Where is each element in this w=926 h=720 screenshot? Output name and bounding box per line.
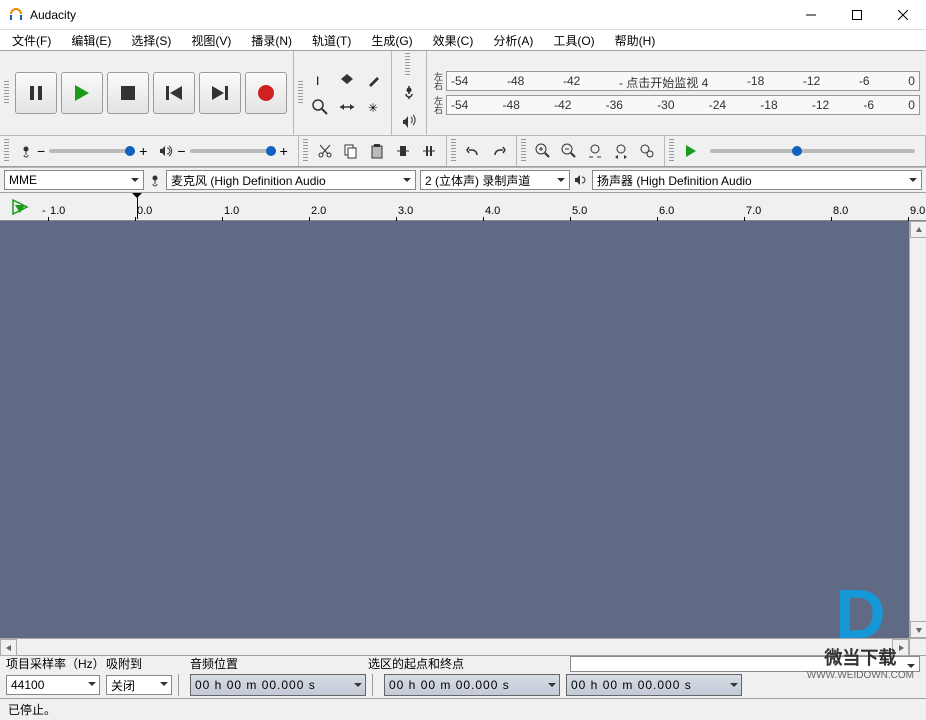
playback-speed-slider[interactable] <box>710 149 915 153</box>
snap-to-label: 吸附到 <box>106 655 178 672</box>
audio-position-box[interactable]: 00 h 00 m 00.000 s <box>190 674 366 696</box>
multi-tool[interactable]: ✳ <box>361 94 387 120</box>
skip-start-button[interactable] <box>153 72 195 114</box>
mixer-toolbar: − + − + <box>0 136 299 166</box>
selection-toolbar: 项目采样率（Hz） 吸附到 音频位置 选区的起点和终点 44100 关闭 00 … <box>0 655 926 698</box>
minimize-button[interactable] <box>788 0 834 30</box>
zoom-in-button[interactable] <box>530 138 556 164</box>
audio-host-select[interactable]: MME <box>4 170 144 190</box>
status-bar: 已停止。 <box>0 698 926 720</box>
menu-help[interactable]: 帮助(H) <box>607 30 664 51</box>
playback-meter[interactable]: -54-48-42-36-30-24-18-12-60 <box>446 95 920 115</box>
recording-channels-select[interactable]: 2 (立体声) 录制声道 <box>420 170 570 190</box>
device-toolbar: MME 麦克风 (High Definition Audio 2 (立体声) 录… <box>0 167 926 193</box>
fit-project-button[interactable] <box>608 138 634 164</box>
zoom-toggle-button[interactable] <box>634 138 660 164</box>
vertical-scrollbar[interactable] <box>909 221 926 638</box>
play-meter-lr: 左右 <box>433 96 442 114</box>
selection-tool[interactable]: I <box>307 67 333 93</box>
play-button[interactable] <box>61 72 103 114</box>
menu-transport[interactable]: 播录(N) <box>243 30 300 51</box>
draw-tool[interactable] <box>361 67 387 93</box>
menu-file[interactable]: 文件(F) <box>4 30 59 51</box>
speaker-device-icon <box>574 173 588 187</box>
title-bar: Audacity <box>0 0 926 30</box>
menu-effect[interactable]: 效果(C) <box>425 30 482 51</box>
transport-toolbar <box>0 51 294 135</box>
window-title: Audacity <box>30 8 788 22</box>
selection-start-box[interactable]: 00 h 00 m 00.000 s <box>384 674 560 696</box>
stop-button[interactable] <box>107 72 149 114</box>
meters: 左右 -54-48-42- 点击开始监视 4-18-12-60 左右 -54-4… <box>427 51 926 135</box>
maximize-button[interactable] <box>834 0 880 30</box>
playback-device-select[interactable]: 扬声器 (High Definition Audio <box>592 170 922 190</box>
toolbar-area: I ✳ 左右 -54-48-42- 点击开始监视 4-18-12-60 <box>0 50 926 167</box>
play-at-speed-toolbar <box>665 136 926 166</box>
rec-meter-lr: 左右 <box>433 72 442 90</box>
menu-generate[interactable]: 生成(G) <box>363 30 420 51</box>
app-logo-icon <box>8 7 24 23</box>
project-rate-label: 项目采样率（Hz） <box>6 655 106 672</box>
timeline-ruler[interactable]: 1.00.01.02.03.04.05.06.07.08.09.0- <box>0 193 926 221</box>
menu-view[interactable]: 视图(V) <box>183 30 239 51</box>
fit-selection-button[interactable] <box>582 138 608 164</box>
menu-tracks[interactable]: 轨道(T) <box>304 30 359 51</box>
playback-volume-slider[interactable] <box>190 149 276 153</box>
rec-vol-icon <box>19 144 33 158</box>
menu-analyze[interactable]: 分析(A) <box>485 30 541 51</box>
silence-button[interactable] <box>416 138 442 164</box>
undo-toolbar <box>447 136 517 166</box>
record-button[interactable] <box>245 72 287 114</box>
redo-button[interactable] <box>486 138 512 164</box>
menu-select[interactable]: 选择(S) <box>123 30 179 51</box>
menu-bar: 文件(F) 编辑(E) 选择(S) 视图(V) 播录(N) 轨道(T) 生成(G… <box>0 30 926 50</box>
zoom-toolbar <box>517 136 665 166</box>
recording-volume-slider[interactable] <box>49 149 135 153</box>
undo-button[interactable] <box>460 138 486 164</box>
timeline-play-icon <box>10 197 30 217</box>
recording-device-select[interactable]: 麦克风 (High Definition Audio <box>166 170 416 190</box>
copy-button[interactable] <box>338 138 364 164</box>
selection-label: 选区的起点和终点 <box>368 655 464 672</box>
trim-button[interactable] <box>390 138 416 164</box>
rec-meter-icon[interactable] <box>396 79 422 105</box>
timeshift-tool[interactable] <box>334 94 360 120</box>
envelope-tool[interactable] <box>334 67 360 93</box>
close-button[interactable] <box>880 0 926 30</box>
audio-position-label: 音频位置 <box>178 655 368 672</box>
horizontal-scrollbar[interactable] <box>0 638 926 655</box>
playhead-cursor[interactable] <box>137 195 138 219</box>
status-text: 已停止。 <box>8 701 56 718</box>
track-area[interactable] <box>0 221 926 638</box>
paste-button[interactable] <box>364 138 390 164</box>
selection-mode-select[interactable] <box>570 656 920 672</box>
cut-button[interactable] <box>312 138 338 164</box>
meter-icons <box>392 51 427 135</box>
play-vol-icon <box>159 144 173 158</box>
skip-end-button[interactable] <box>199 72 241 114</box>
zoom-tool[interactable] <box>307 94 333 120</box>
recording-meter[interactable]: -54-48-42- 点击开始监视 4-18-12-60 <box>446 71 920 91</box>
svg-text:I: I <box>316 74 319 88</box>
project-rate-select[interactable]: 44100 <box>6 675 100 695</box>
snap-to-select[interactable]: 关闭 <box>106 675 172 695</box>
menu-edit[interactable]: 编辑(E) <box>63 30 119 51</box>
play-at-speed-button[interactable] <box>678 138 704 164</box>
pause-button[interactable] <box>15 72 57 114</box>
tools-toolbar: I ✳ <box>294 51 392 135</box>
svg-text:✳: ✳ <box>368 101 378 115</box>
play-meter-icon[interactable] <box>396 107 422 133</box>
mic-device-icon <box>148 173 162 187</box>
selection-end-box[interactable]: 00 h 00 m 00.000 s <box>566 674 742 696</box>
edit-toolbar <box>299 136 447 166</box>
menu-tools[interactable]: 工具(O) <box>545 30 602 51</box>
zoom-out-button[interactable] <box>556 138 582 164</box>
